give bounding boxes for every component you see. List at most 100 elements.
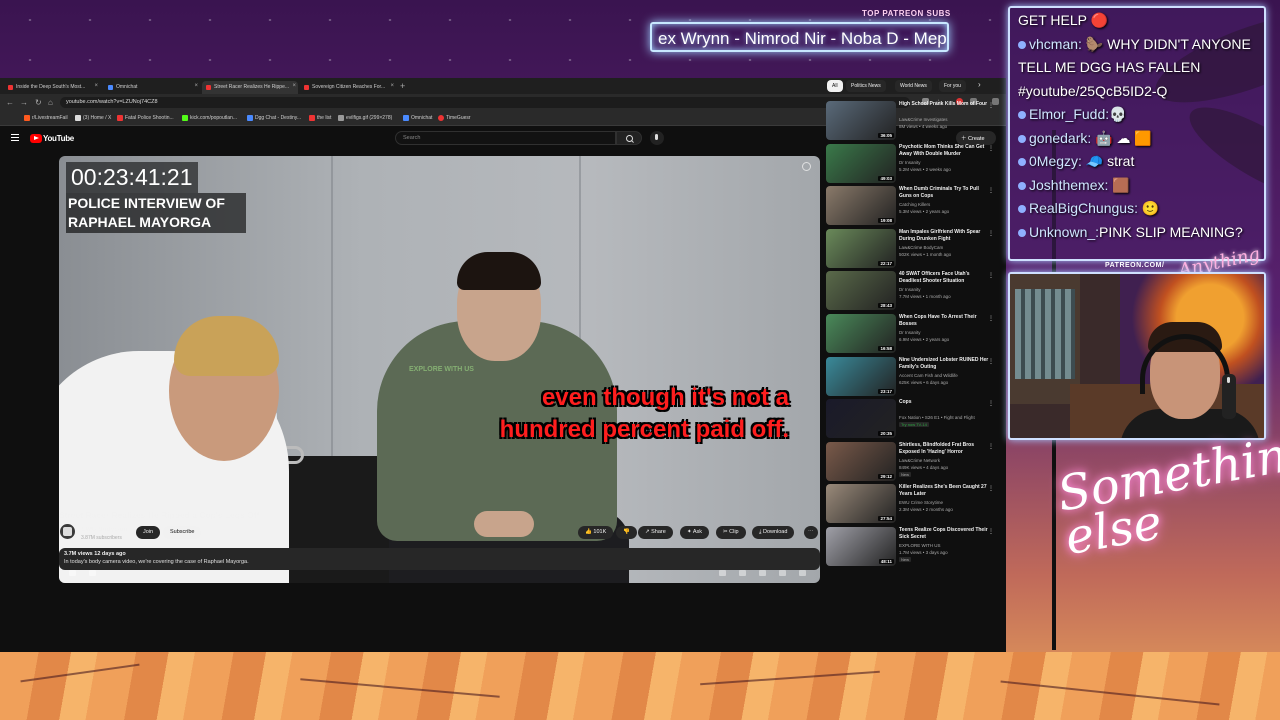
- bookmark-item[interactable]: Omnichat: [403, 115, 432, 121]
- microphone-icon[interactable]: [650, 131, 664, 145]
- recommendation-title[interactable]: When Dumb Criminals Try To Pull Guns on …: [899, 186, 989, 200]
- share-button[interactable]: ↗ Share: [638, 526, 673, 539]
- more-vert-icon[interactable]: ⋮: [988, 485, 994, 492]
- back-arrow-icon[interactable]: ←: [6, 98, 14, 107]
- channel-avatar[interactable]: [60, 524, 75, 539]
- recommendation-channel[interactable]: EWU Crime Storytime: [899, 500, 943, 505]
- video-thumbnail[interactable]: 23:17: [826, 356, 896, 396]
- more-vert-icon[interactable]: ⋮: [988, 272, 994, 279]
- like-button[interactable]: 👍 101K: [578, 526, 614, 539]
- more-vert-icon[interactable]: ⋮: [988, 230, 994, 237]
- fullscreen-icon[interactable]: [799, 570, 806, 576]
- recommendation-item[interactable]: 23:17 Nine Undersized Lobster RUINED Her …: [826, 356, 998, 397]
- recommendation-channel[interactable]: Accent Cam Fish and Wildlife: [899, 373, 958, 378]
- more-vert-icon[interactable]: ⋮: [988, 102, 994, 109]
- close-icon[interactable]: ×: [390, 83, 394, 89]
- recommendation-channel[interactable]: Law&Crime Investigates: [899, 117, 948, 122]
- recommendation-title[interactable]: Man Impales Girlfriend With Spear During…: [899, 229, 989, 243]
- more-vert-icon[interactable]: ⋮: [988, 400, 994, 407]
- recommendation-title[interactable]: Psychotic Mom Thinks She Can Get Away Wi…: [899, 144, 989, 158]
- tab-street-racer[interactable]: Street Racer Realizes He Rippe... ×: [202, 81, 298, 94]
- bookmark-item[interactable]: Fatal Police Shootin...: [117, 115, 174, 121]
- youtube-logo-icon[interactable]: [30, 134, 42, 143]
- recommendation-item[interactable]: 22:17 Man Impales Girlfriend With Spear D…: [826, 228, 998, 269]
- recommendation-title[interactable]: When Cops Have To Arrest Their Bosses: [899, 314, 989, 328]
- chip-all[interactable]: All: [827, 80, 843, 92]
- clip-button[interactable]: ✂ Clip: [716, 526, 746, 539]
- recommendation-title[interactable]: 40 SWAT Officers Face Utah's Deadliest S…: [899, 271, 989, 285]
- video-thumbnail[interactable]: 19:08: [826, 186, 896, 226]
- video-thumbnail[interactable]: 20:35: [826, 399, 896, 439]
- autoplay-toggle-icon[interactable]: [719, 570, 726, 576]
- video-thumbnail[interactable]: 49:03: [826, 143, 896, 183]
- more-vert-icon[interactable]: ⋮: [988, 187, 994, 194]
- recommendation-channel[interactable]: Catching Killers: [899, 202, 930, 207]
- chat-username[interactable]: gonedark:: [1029, 130, 1091, 146]
- chat-username[interactable]: Elmor_Fudd:: [1029, 106, 1109, 122]
- chat-username[interactable]: Joshthemex:: [1029, 177, 1108, 193]
- new-tab-button[interactable]: +: [400, 81, 405, 91]
- recommendation-item[interactable]: 27:54 Killer Realizes She's Been Caught 2…: [826, 484, 998, 524]
- more-vert-icon[interactable]: ⋮: [988, 443, 994, 450]
- video-thumbnail[interactable]: 36:05: [826, 101, 896, 140]
- info-icon[interactable]: [802, 162, 811, 171]
- tab-sovereign-citizen[interactable]: Sovereign Citizen Reaches For... ×: [300, 81, 396, 94]
- recommendation-channel[interactable]: Dr Insanity: [899, 330, 921, 335]
- more-vert-icon[interactable]: ⋮: [988, 315, 994, 322]
- chip-politics-news[interactable]: Politics News: [846, 80, 886, 92]
- volume-icon[interactable]: [89, 570, 96, 576]
- url-field[interactable]: youtube.com/watch?v=LZUNoj74CZ8: [60, 97, 910, 108]
- bookmark-item[interactable]: evilfigs.gif (299×278): [338, 115, 392, 121]
- close-icon[interactable]: ×: [94, 83, 98, 89]
- recommendation-item[interactable]: 16:58 When Cops Have To Arrest Their Boss…: [826, 314, 998, 354]
- recommendation-title[interactable]: Shirtless, Blindfolded Frat Bros Exposed…: [899, 442, 989, 456]
- recommendation-channel[interactable]: Dr Insanity: [899, 287, 921, 292]
- download-button[interactable]: ⤓ Download: [752, 526, 795, 539]
- description-box[interactable]: 3.7M views 12 days ago In today's body c…: [59, 548, 820, 570]
- play-icon[interactable]: [69, 570, 76, 576]
- recommendation-title[interactable]: Cops: [899, 399, 989, 406]
- ask-button[interactable]: ✦ Ask: [680, 526, 710, 539]
- close-icon[interactable]: ×: [194, 83, 198, 89]
- home-icon[interactable]: ⌂: [48, 98, 53, 107]
- close-icon[interactable]: ×: [292, 83, 296, 89]
- captions-icon[interactable]: [739, 570, 746, 576]
- channel-name[interactable]: EWU Bodycam: [81, 526, 127, 533]
- recommendation-channel[interactable]: Dr Insanity: [899, 160, 921, 165]
- video-thumbnail[interactable]: 22:17: [826, 228, 896, 268]
- video-thumbnail[interactable]: 27:54: [826, 484, 896, 524]
- recommendation-item[interactable]: 19:08 When Dumb Criminals Try To Pull Gun…: [826, 186, 998, 226]
- search-icon[interactable]: [616, 131, 642, 145]
- video-thumbnail[interactable]: 29:12: [826, 441, 896, 481]
- video-thumbnail[interactable]: 16:58: [826, 314, 896, 353]
- bookmark-item[interactable]: Dgg Chat - Destiny...: [247, 115, 301, 121]
- chip-world-news[interactable]: World News: [895, 80, 932, 92]
- more-vert-icon[interactable]: ⋮: [988, 528, 994, 535]
- subscribe-button[interactable]: Subscribe: [163, 526, 202, 539]
- more-vert-icon[interactable]: ⋮: [988, 358, 994, 365]
- bookmark-item[interactable]: kick.com/popoutlan...: [182, 115, 237, 121]
- theater-icon[interactable]: [779, 570, 786, 576]
- youtube-brand[interactable]: YouTube: [43, 134, 74, 143]
- recommendation-channel[interactable]: Fox Nation • S26 E1 • Fight and Flight: [899, 415, 975, 420]
- recommendation-title[interactable]: Killer Realizes She's Been Caught 27 Yea…: [899, 484, 989, 498]
- recommendation-item[interactable]: 28:43 40 SWAT Officers Face Utah's Deadli…: [826, 271, 998, 311]
- settings-gear-icon[interactable]: [759, 570, 766, 576]
- chat-username[interactable]: vhcman:: [1029, 36, 1082, 52]
- bookmark-item[interactable]: r/LivestreamFail: [24, 115, 68, 121]
- recommendation-title[interactable]: Teens Realize Cops Discovered Their Sick…: [899, 527, 989, 541]
- chat-username[interactable]: Unknown_:: [1029, 224, 1099, 240]
- search-input[interactable]: Search: [395, 131, 616, 145]
- bookmark-item[interactable]: (3) Home / X: [75, 115, 111, 121]
- more-actions-button[interactable]: ⋯: [804, 526, 818, 539]
- recommendation-item[interactable]: 48:11 Teens Realize Cops Discovered Their…: [826, 527, 998, 567]
- recommendation-title[interactable]: Nine Undersized Lobster RUINED Her Famil…: [899, 357, 989, 371]
- dislike-button[interactable]: 👎: [616, 526, 637, 539]
- recommendation-item[interactable]: 29:12 Shirtless, Blindfolded Frat Bros Ex…: [826, 441, 998, 482]
- join-button[interactable]: Join: [136, 526, 161, 539]
- recommendation-item[interactable]: 36:05 High School Prank Kills Mom of Four…: [826, 101, 998, 141]
- tab-deep-south[interactable]: Inside the Deep South's Most... ×: [4, 81, 100, 94]
- recommendation-item[interactable]: 49:03 Psychotic Mom Thinks She Can Get Aw…: [826, 143, 998, 184]
- chat-username[interactable]: 0Megzy:: [1029, 153, 1082, 169]
- recommendation-channel[interactable]: EXPLORE WITH US: [899, 543, 941, 548]
